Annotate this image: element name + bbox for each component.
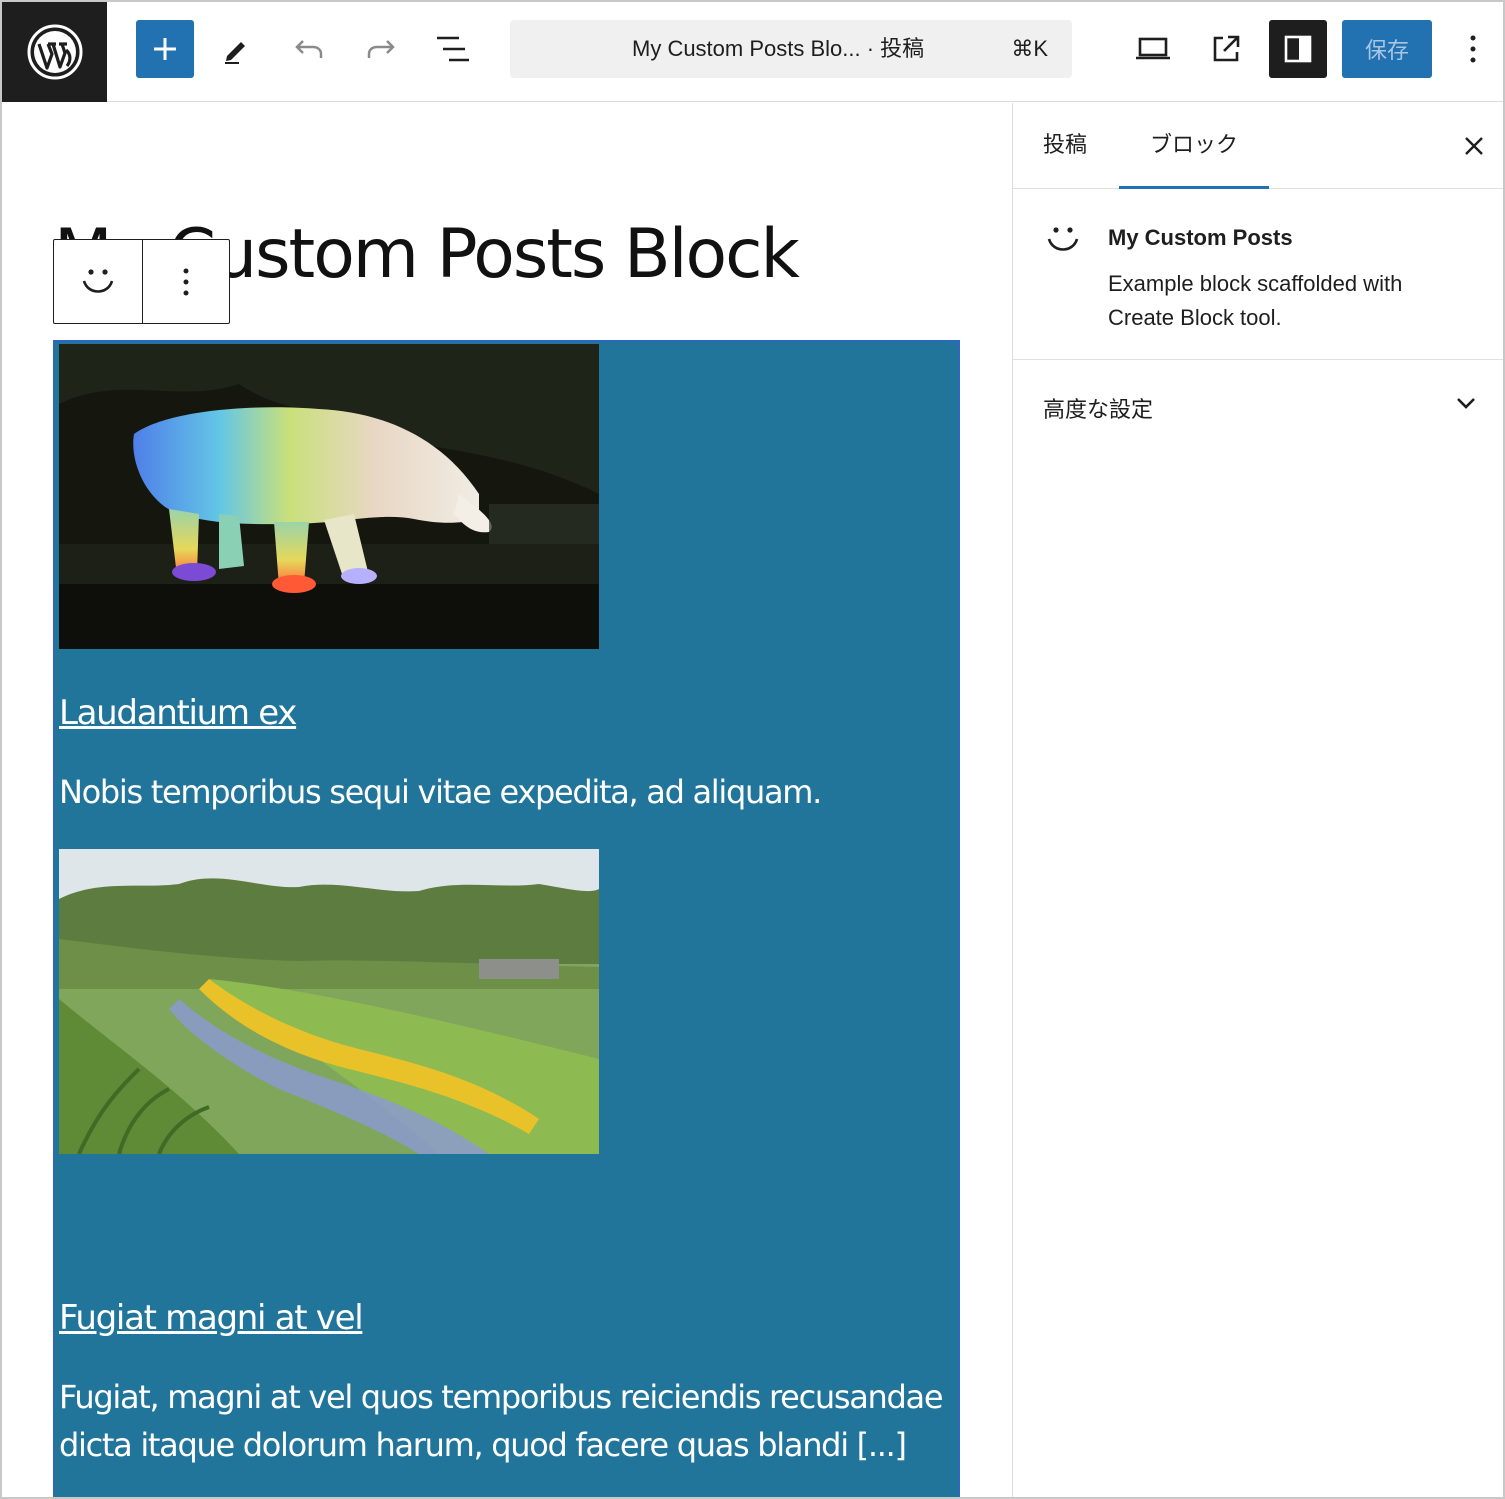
tab-post[interactable]: 投稿 [1043, 103, 1087, 189]
chevron-down-icon [1457, 398, 1475, 409]
external-link-icon [1213, 35, 1240, 62]
block-toolbar [53, 239, 230, 324]
save-button[interactable]: 保存 [1342, 20, 1432, 78]
advanced-settings-panel[interactable]: 高度な設定 [1013, 360, 1503, 456]
tab-block[interactable]: ブロック [1119, 103, 1269, 189]
document-overview-button[interactable] [424, 20, 482, 78]
block-type-button[interactable] [54, 240, 142, 323]
wordpress-logo-button[interactable] [2, 2, 107, 102]
view-post-button[interactable] [1197, 20, 1255, 78]
editor-canvas[interactable]: My Custom Posts Block Laudantium ex Nobi… [2, 103, 1012, 1497]
undo-icon [295, 40, 323, 58]
more-vertical-icon [1470, 35, 1476, 63]
close-sidebar-button[interactable] [1457, 129, 1491, 163]
block-card-description: Example block scaffolded with Create Blo… [1108, 271, 1403, 330]
plus-icon [154, 38, 176, 60]
custom-posts-block[interactable]: Laudantium ex Nobis temporibus sequi vit… [53, 340, 960, 1497]
redo-icon [367, 40, 395, 58]
post-title-link[interactable]: Fugiat magni at vel [59, 1298, 364, 1338]
smiley-icon [82, 268, 113, 293]
shortcut-hint: ⌘K [1011, 36, 1048, 61]
close-icon [1465, 137, 1483, 155]
block-options-button[interactable] [141, 240, 230, 323]
desktop-icon [1136, 37, 1170, 60]
list-view-icon [437, 36, 469, 62]
editor-window: My Custom Posts Blo... · 投稿 ⌘K 保存 My Cus… [0, 0, 1505, 1499]
pencil-icon [225, 42, 245, 64]
post-excerpt: Nobis temporibus sequi vitae expedita, a… [59, 773, 822, 811]
more-vertical-icon [183, 268, 189, 295]
undo-button[interactable] [280, 20, 338, 78]
tools-button[interactable] [207, 20, 265, 78]
editor-header: My Custom Posts Blo... · 投稿 ⌘K 保存 [2, 2, 1503, 102]
view-button[interactable] [1124, 20, 1182, 78]
block-inserter-button[interactable] [136, 20, 194, 78]
advanced-settings-label: 高度な設定 [1043, 398, 1154, 423]
wordpress-icon [27, 24, 82, 80]
settings-toggle-button[interactable] [1269, 20, 1327, 78]
post-title-link[interactable]: Laudantium ex [59, 693, 297, 733]
redo-button[interactable] [352, 20, 410, 78]
post-excerpt: Fugiat, magni at vel quos temporibus rei… [59, 1378, 944, 1464]
post-featured-image [59, 849, 599, 1154]
block-card-title: My Custom Posts [1108, 225, 1293, 250]
smiley-icon [1047, 227, 1079, 251]
block-card: My Custom Posts Example block scaffolded… [1013, 189, 1503, 360]
post-featured-image [59, 344, 599, 649]
sidebar-tabs: 投稿 ブロック [1013, 103, 1503, 189]
command-palette-bar[interactable]: My Custom Posts Blo... · 投稿 ⌘K [510, 20, 1072, 78]
settings-sidebar: 投稿 ブロック My Custom Posts Example block sc… [1012, 103, 1503, 1497]
sidebar-icon [1284, 35, 1312, 63]
options-button[interactable] [1444, 20, 1502, 78]
document-title: My Custom Posts Blo... · 投稿 [632, 36, 925, 61]
